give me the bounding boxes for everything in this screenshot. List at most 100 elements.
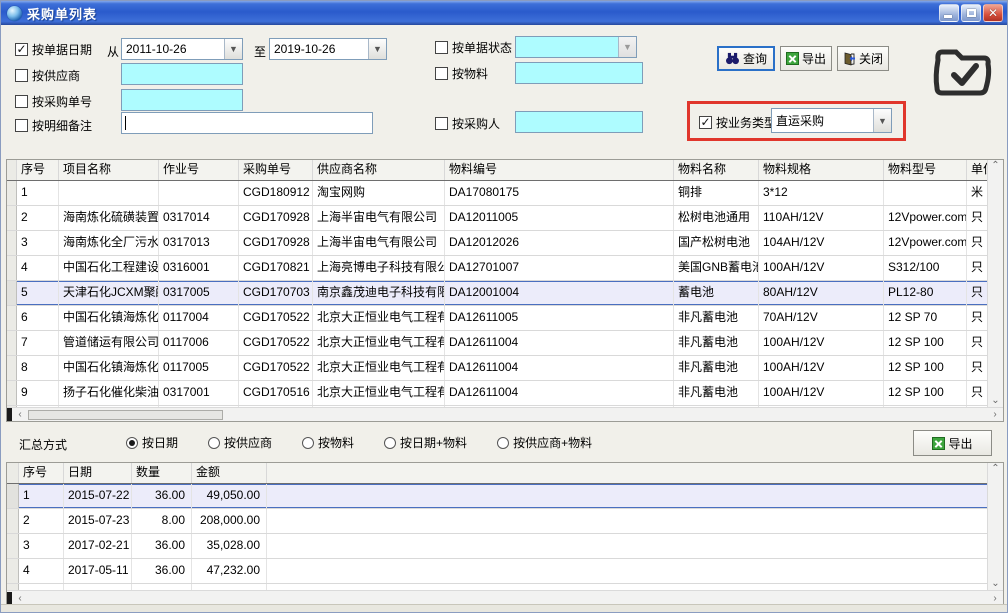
cell: 只	[967, 231, 989, 255]
binoculars-icon	[725, 52, 740, 65]
cell: 铜排	[674, 181, 759, 205]
query-button[interactable]: 查询	[717, 46, 775, 71]
po-number-input[interactable]	[121, 89, 243, 111]
table-row[interactable]: 42017-05-1136.0047,232.00	[7, 559, 989, 584]
checkbox-icon	[435, 67, 448, 80]
business-type-combo[interactable]: 直运采购 ▼	[771, 108, 892, 133]
cell: 1	[19, 484, 64, 508]
column-header[interactable]: 作业号	[159, 160, 239, 180]
table-row[interactable]: 32017-02-2136.0035,028.00	[7, 534, 989, 559]
export-button[interactable]: 导出	[780, 46, 832, 71]
chevron-down-icon[interactable]: ▼	[224, 39, 242, 59]
scroll-right-icon[interactable]: ›	[987, 409, 1003, 421]
table-row[interactable]: 12015-07-2236.0049,050.00	[7, 484, 989, 509]
cell: 只	[967, 306, 989, 330]
cell: 0117006	[159, 331, 239, 355]
column-header[interactable]: 序号	[17, 160, 59, 180]
material-input[interactable]	[515, 62, 643, 84]
chevron-down-icon[interactable]: ▼	[368, 39, 386, 59]
supplier-input[interactable]	[121, 63, 243, 85]
filter-by-biz-type-checkbox[interactable]: ✓ 按业务类型	[699, 114, 776, 131]
titlebar[interactable]: 采购单列表 ✕	[1, 1, 1007, 25]
cell: 上海亮博电子科技有限公司	[313, 256, 445, 280]
summary-mode-option[interactable]: 按供应商+物料	[497, 434, 592, 451]
radio-label: 按供应商	[224, 434, 272, 451]
cell: CGD170821	[239, 256, 313, 280]
column-header[interactable]: 物料规格	[759, 160, 884, 180]
cell: 美国GNB蓄电池	[674, 256, 759, 280]
minimize-button[interactable]	[939, 4, 959, 22]
column-header[interactable]: 物料名称	[674, 160, 759, 180]
table-row[interactable]: 22015-07-238.00208,000.00	[7, 509, 989, 534]
cell: 9	[17, 381, 59, 405]
column-header[interactable]: 供应商名称	[313, 160, 445, 180]
scroll-right-icon[interactable]: ›	[987, 593, 1003, 605]
cell: 3*12	[759, 181, 884, 205]
cell: CGD170522	[239, 331, 313, 355]
filter-by-status-checkbox[interactable]: 按单据状态	[435, 39, 512, 56]
column-header[interactable]: 数量	[132, 463, 192, 483]
summary-mode-option[interactable]: 按物料	[302, 434, 354, 451]
cell: 12 SP 100	[884, 381, 967, 405]
buyer-input[interactable]	[515, 111, 643, 133]
column-header[interactable]: 序号	[19, 463, 64, 483]
cell: 2015-07-22	[64, 484, 132, 508]
summary-mode-option[interactable]: 按日期	[126, 434, 178, 451]
summary-mode-option[interactable]: 按日期+物料	[384, 434, 467, 451]
table-row[interactable]: 3海南炼化全厂污水0317013CGD170928上海半宙电气有限公司DA120…	[7, 231, 989, 256]
table-row[interactable]: 8中国石化镇海炼化0117005CGD170522北京大正恒业电气工程有限公司D…	[7, 356, 989, 381]
scroll-left-icon[interactable]: ‹	[12, 593, 28, 605]
table-row[interactable]: 1CGD180912淘宝网购DA17080175铜排3*12米	[7, 181, 989, 206]
column-header[interactable]: 物料型号	[884, 160, 967, 180]
scroll-up-icon[interactable]: ⌃	[988, 160, 1003, 174]
column-header[interactable]: 日期	[64, 463, 132, 483]
cell: 国产松树电池	[674, 231, 759, 255]
date-from-combo[interactable]: 2011-10-26 ▼	[121, 38, 243, 60]
column-header[interactable]: 项目名称	[59, 160, 159, 180]
close-button[interactable]: ✕	[983, 4, 1003, 22]
cell: 2017-02-21	[64, 534, 132, 558]
column-header[interactable]: 采购单号	[239, 160, 313, 180]
chevron-down-icon[interactable]: ▼	[873, 109, 891, 132]
filter-by-note-label: 按明细备注	[32, 117, 92, 134]
cell: 36.00	[132, 484, 192, 508]
status-combo[interactable]: ▼	[515, 36, 637, 58]
table-row[interactable]: 4中国石化工程建设0316001CGD170821上海亮博电子科技有限公司DA1…	[7, 256, 989, 281]
filter-by-material-checkbox[interactable]: 按物料	[435, 65, 488, 82]
scroll-left-icon[interactable]: ‹	[12, 409, 28, 421]
summary-export-button[interactable]: 导出	[913, 430, 992, 456]
column-header[interactable]: 单位	[967, 160, 989, 180]
cell: 非凡蓄电池	[674, 331, 759, 355]
cell: 上海半宙电气有限公司	[313, 231, 445, 255]
cell: 12 SP 100	[884, 331, 967, 355]
vertical-scrollbar[interactable]: ⌃ ⌄	[987, 160, 1003, 409]
horizontal-scrollbar[interactable]: ‹ ›	[7, 407, 1003, 421]
table-row[interactable]: 2海南炼化硫磺装置0317014CGD170928上海半宙电气有限公司DA120…	[7, 206, 989, 231]
column-header[interactable]: 物料编号	[445, 160, 674, 180]
maximize-button[interactable]	[961, 4, 981, 22]
cell: 米	[967, 181, 989, 205]
filter-by-date-checkbox[interactable]: ✓ 按单据日期	[15, 41, 92, 58]
scrollbar-thumb[interactable]	[28, 410, 223, 420]
filter-by-supplier-checkbox[interactable]: 按供应商	[15, 67, 80, 84]
scroll-up-icon[interactable]: ⌃	[988, 463, 1003, 477]
vertical-scrollbar[interactable]: ⌃ ⌄	[987, 463, 1003, 592]
filter-by-po-checkbox[interactable]: 按采购单号	[15, 93, 92, 110]
column-header[interactable]: 金额	[192, 463, 267, 483]
summary-mode-option[interactable]: 按供应商	[208, 434, 272, 451]
filter-by-note-checkbox[interactable]: 按明细备注	[15, 117, 92, 134]
radio-icon	[302, 437, 314, 449]
table-row[interactable]: 6中国石化镇海炼化0117004CGD170522北京大正恒业电气工程有限公司D…	[7, 306, 989, 331]
filter-by-buyer-checkbox[interactable]: 按采购人	[435, 115, 500, 132]
checkbox-icon	[15, 119, 28, 132]
close-window-button[interactable]: 关闭	[837, 46, 889, 71]
table-row[interactable]: 9扬子石化催化柴油0317001CGD170516北京大正恒业电气工程有限公司D…	[7, 381, 989, 406]
detail-note-input[interactable]	[121, 112, 373, 134]
date-to-combo[interactable]: 2019-10-26 ▼	[269, 38, 387, 60]
table-row[interactable]: 7管道储运有限公司0117006CGD170522北京大正恒业电气工程有限公司D…	[7, 331, 989, 356]
row-indicator	[7, 306, 17, 330]
cell: 非凡蓄电池	[674, 381, 759, 405]
window-bottom-edge	[1, 604, 1007, 612]
table-row[interactable]: 5天津石化JCXM聚酯0317005CGD170703南京鑫茂迪电子科技有限公司…	[7, 281, 989, 306]
cell: 208,000.00	[192, 509, 267, 533]
